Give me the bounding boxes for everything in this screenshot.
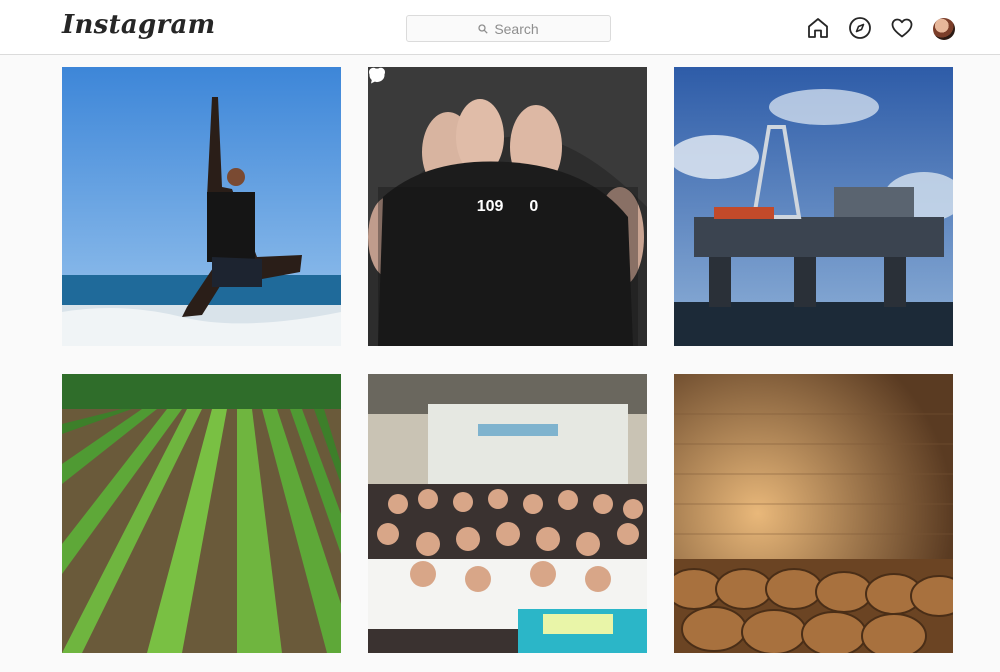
post-oil-rig[interactable]: [674, 67, 953, 346]
yoga-beach-image: [62, 67, 341, 346]
post-vineyard[interactable]: [62, 374, 341, 653]
wine-cellar-image: [674, 374, 953, 653]
oil-rig-image: [674, 67, 953, 346]
comments-count: 0: [529, 197, 539, 215]
vineyard-image: [62, 374, 341, 653]
explore-compass-icon[interactable]: [848, 16, 872, 40]
post-hover-overlay: 109 0: [368, 67, 647, 346]
search-input[interactable]: Search: [406, 15, 611, 42]
likes-count: 109: [476, 197, 504, 215]
post-yoga-beach[interactable]: [62, 67, 341, 346]
profile-avatar[interactable]: [933, 18, 955, 40]
post-soil-hands[interactable]: 109 0: [368, 67, 647, 346]
group-photo-image: [368, 374, 647, 653]
comments-stat: 0: [369, 68, 539, 216]
activity-heart-icon[interactable]: [890, 16, 914, 40]
top-navbar: Instagram Search: [0, 0, 1000, 55]
likes-stat: 109: [369, 67, 504, 216]
search-icon: [478, 23, 488, 34]
post-wine-cellar[interactable]: [674, 374, 953, 653]
home-icon[interactable]: [806, 16, 830, 40]
search-placeholder: Search: [494, 20, 539, 37]
instagram-logo[interactable]: Instagram: [62, 10, 216, 40]
post-group-photo[interactable]: [368, 374, 647, 653]
comment-bubble-icon: [369, 68, 385, 84]
